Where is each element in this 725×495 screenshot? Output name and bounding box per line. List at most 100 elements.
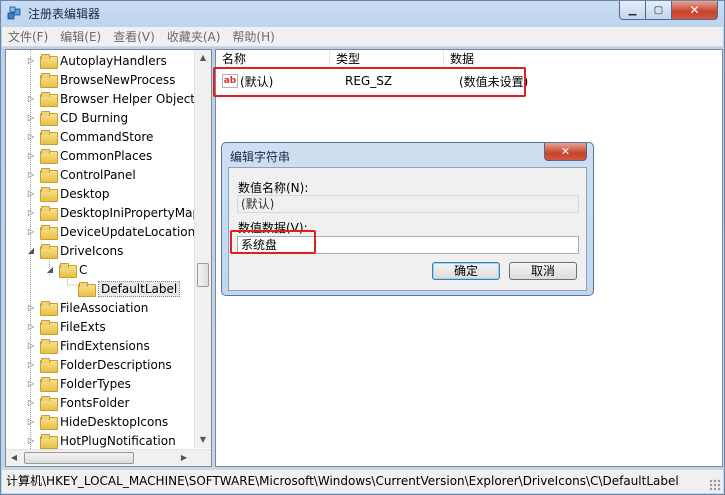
menu-file[interactable]: 文件(F) (2, 28, 54, 46)
folder-icon (40, 396, 58, 411)
tree-horizontal-scrollbar[interactable]: ◀ ▶ (6, 449, 211, 466)
folder-icon (40, 415, 58, 430)
highlight-box-data-input (230, 230, 316, 254)
scroll-up-icon[interactable]: ▲ (195, 50, 211, 66)
scroll-down-icon[interactable]: ▼ (195, 432, 211, 448)
tree-item-label: ControlPanel (60, 167, 136, 182)
tree-item[interactable]: ▷ CommandStore (26, 127, 153, 146)
tree-item-label: CD Burning (60, 110, 129, 125)
expander-icon[interactable]: ▷ (26, 379, 36, 388)
expander-icon[interactable]: ▷ (26, 322, 36, 331)
expander-icon[interactable]: ▷ (26, 341, 36, 350)
regedit-icon (7, 6, 21, 20)
tree-item[interactable]: ▷ Browser Helper Objects (26, 89, 201, 108)
folder-icon (40, 111, 58, 126)
tree-item[interactable]: ▷ DeviceUpdateLocations (26, 222, 202, 241)
ok-button[interactable]: 确定 (432, 262, 500, 280)
expander-icon[interactable]: ▷ (26, 417, 36, 426)
tree-vertical-scrollbar[interactable]: ▲ ▼ (194, 50, 211, 448)
expander-icon[interactable]: ▷ (26, 189, 36, 198)
scroll-left-icon[interactable]: ◀ (6, 450, 22, 466)
tree-item-label: AutoplayHandlers (60, 53, 167, 68)
scroll-right-icon[interactable]: ▶ (176, 450, 192, 466)
registry-tree[interactable]: ▷ AutoplayHandlers BrowseNewProcess ▷ Browse… (5, 49, 212, 467)
tree-item-label: HideDesktopIcons (60, 414, 169, 429)
expander-icon[interactable]: ▷ (26, 132, 36, 141)
expander-icon[interactable]: ▷ (26, 360, 36, 369)
tree-item[interactable]: ▷ FileExts (26, 317, 106, 336)
expander-icon[interactable]: ▷ (26, 208, 36, 217)
expander-icon[interactable]: ▷ (26, 151, 36, 160)
folder-icon (40, 187, 58, 202)
tree-item-label: DesktopIniPropertyMap (60, 205, 201, 220)
folder-icon (40, 320, 58, 335)
scroll-thumb[interactable] (197, 263, 209, 287)
maximize-icon: ▢ (653, 4, 664, 16)
folder-icon (40, 92, 58, 107)
tree-item[interactable]: ▷ AutoplayHandlers (26, 51, 167, 70)
menu-view[interactable]: 查看(V) (107, 28, 161, 46)
folder-icon (40, 168, 58, 183)
tree-item-label: FindExtensions (60, 338, 150, 353)
status-path: 计算机\HKEY_LOCAL_MACHINE\SOFTWARE\Microsof… (6, 474, 679, 488)
tree-item-label: Desktop (60, 186, 110, 201)
tree-item-label: CommonPlaces (60, 148, 153, 163)
expander-icon[interactable]: ▷ (26, 113, 36, 122)
expander-icon[interactable]: ▷ (26, 94, 36, 103)
tree-item[interactable]: BrowseNewProcess (26, 70, 175, 89)
hscroll-thumb[interactable] (24, 452, 134, 464)
expander-icon[interactable]: ▷ (26, 398, 36, 407)
expander-icon[interactable]: ▷ (26, 56, 36, 65)
menu-favorites[interactable]: 收藏夹(A) (161, 28, 227, 46)
close-icon: ✕ (689, 3, 700, 17)
regedit-window: 注册表编辑器 ▁ ▢ ✕ 文件(F) 编辑(E) 查看(V) 收藏夹(A) 帮助… (0, 0, 725, 495)
tree-item[interactable]: DefaultLabel (64, 279, 181, 298)
resize-grip-icon[interactable] (709, 479, 721, 491)
folder-icon (59, 263, 77, 278)
expander-icon[interactable]: ▷ (26, 227, 36, 236)
folder-icon (40, 73, 58, 88)
tree-item[interactable]: ▷ FindExtensions (26, 336, 150, 355)
expander-icon[interactable]: ▷ (26, 170, 36, 179)
menu-bar: 文件(F) 编辑(E) 查看(V) 收藏夹(A) 帮助(H) (2, 27, 723, 47)
value-name-label: 数值名称(N): (238, 181, 309, 195)
tree-item[interactable]: ▷ HideDesktopIcons (26, 412, 168, 431)
maximize-button[interactable]: ▢ (646, 1, 672, 20)
edit-string-dialog: 编辑字符串 ✕ 数值名称(N): (默认) 数值数据(V): 系统盘 确定 取消 (221, 142, 594, 296)
tree-item[interactable]: ▷ FolderTypes (26, 374, 131, 393)
expander-icon[interactable]: ◢ (45, 265, 55, 274)
dialog-close-button[interactable]: ✕ (544, 143, 587, 161)
tree-item-label: DriveIcons (60, 243, 124, 258)
tree-item[interactable]: ▷ CD Burning (26, 108, 128, 127)
folder-icon (40, 301, 58, 316)
highlight-box-value-row (213, 67, 526, 97)
folder-icon (40, 225, 58, 240)
expander-icon[interactable]: ▷ (26, 436, 36, 445)
menu-edit[interactable]: 编辑(E) (54, 28, 107, 46)
minimize-button[interactable]: ▁ (619, 1, 646, 20)
folder-icon (40, 339, 58, 354)
tree-item[interactable]: ▷ FontsFolder (26, 393, 129, 412)
expander-icon[interactable]: ▷ (26, 303, 36, 312)
tree-item[interactable]: ▷ DesktopIniPropertyMap (26, 203, 200, 222)
tree-item[interactable]: ▷ CommonPlaces (26, 146, 152, 165)
menu-help[interactable]: 帮助(H) (226, 28, 280, 46)
tree-item-label: DeviceUpdateLocations (60, 224, 202, 239)
tree-item-label: C (79, 262, 88, 277)
cancel-button[interactable]: 取消 (509, 262, 577, 280)
tree-item-label: FolderTypes (60, 376, 131, 391)
close-button[interactable]: ✕ (672, 1, 718, 20)
folder-icon (40, 244, 58, 259)
tree-item[interactable]: ▷ Desktop (26, 184, 110, 203)
tree-item-label: HotPlugNotification (60, 433, 176, 448)
tree-item[interactable]: ◢ C (45, 260, 87, 279)
expander-icon[interactable]: ◢ (26, 246, 36, 255)
tree-item[interactable]: ▷ FolderDescriptions (26, 355, 172, 374)
tree-item-label: BrowseNewProcess (60, 72, 176, 87)
close-icon: ✕ (560, 145, 571, 158)
tree-item[interactable]: ▷ HotPlugNotification (26, 431, 176, 450)
tree-item[interactable]: ◢ DriveIcons (26, 241, 123, 260)
tree-item[interactable]: ▷ ControlPanel (26, 165, 136, 184)
tree-item[interactable]: ▷ FileAssociation (26, 298, 148, 317)
title-bar[interactable]: 注册表编辑器 ▁ ▢ ✕ (1, 1, 724, 25)
